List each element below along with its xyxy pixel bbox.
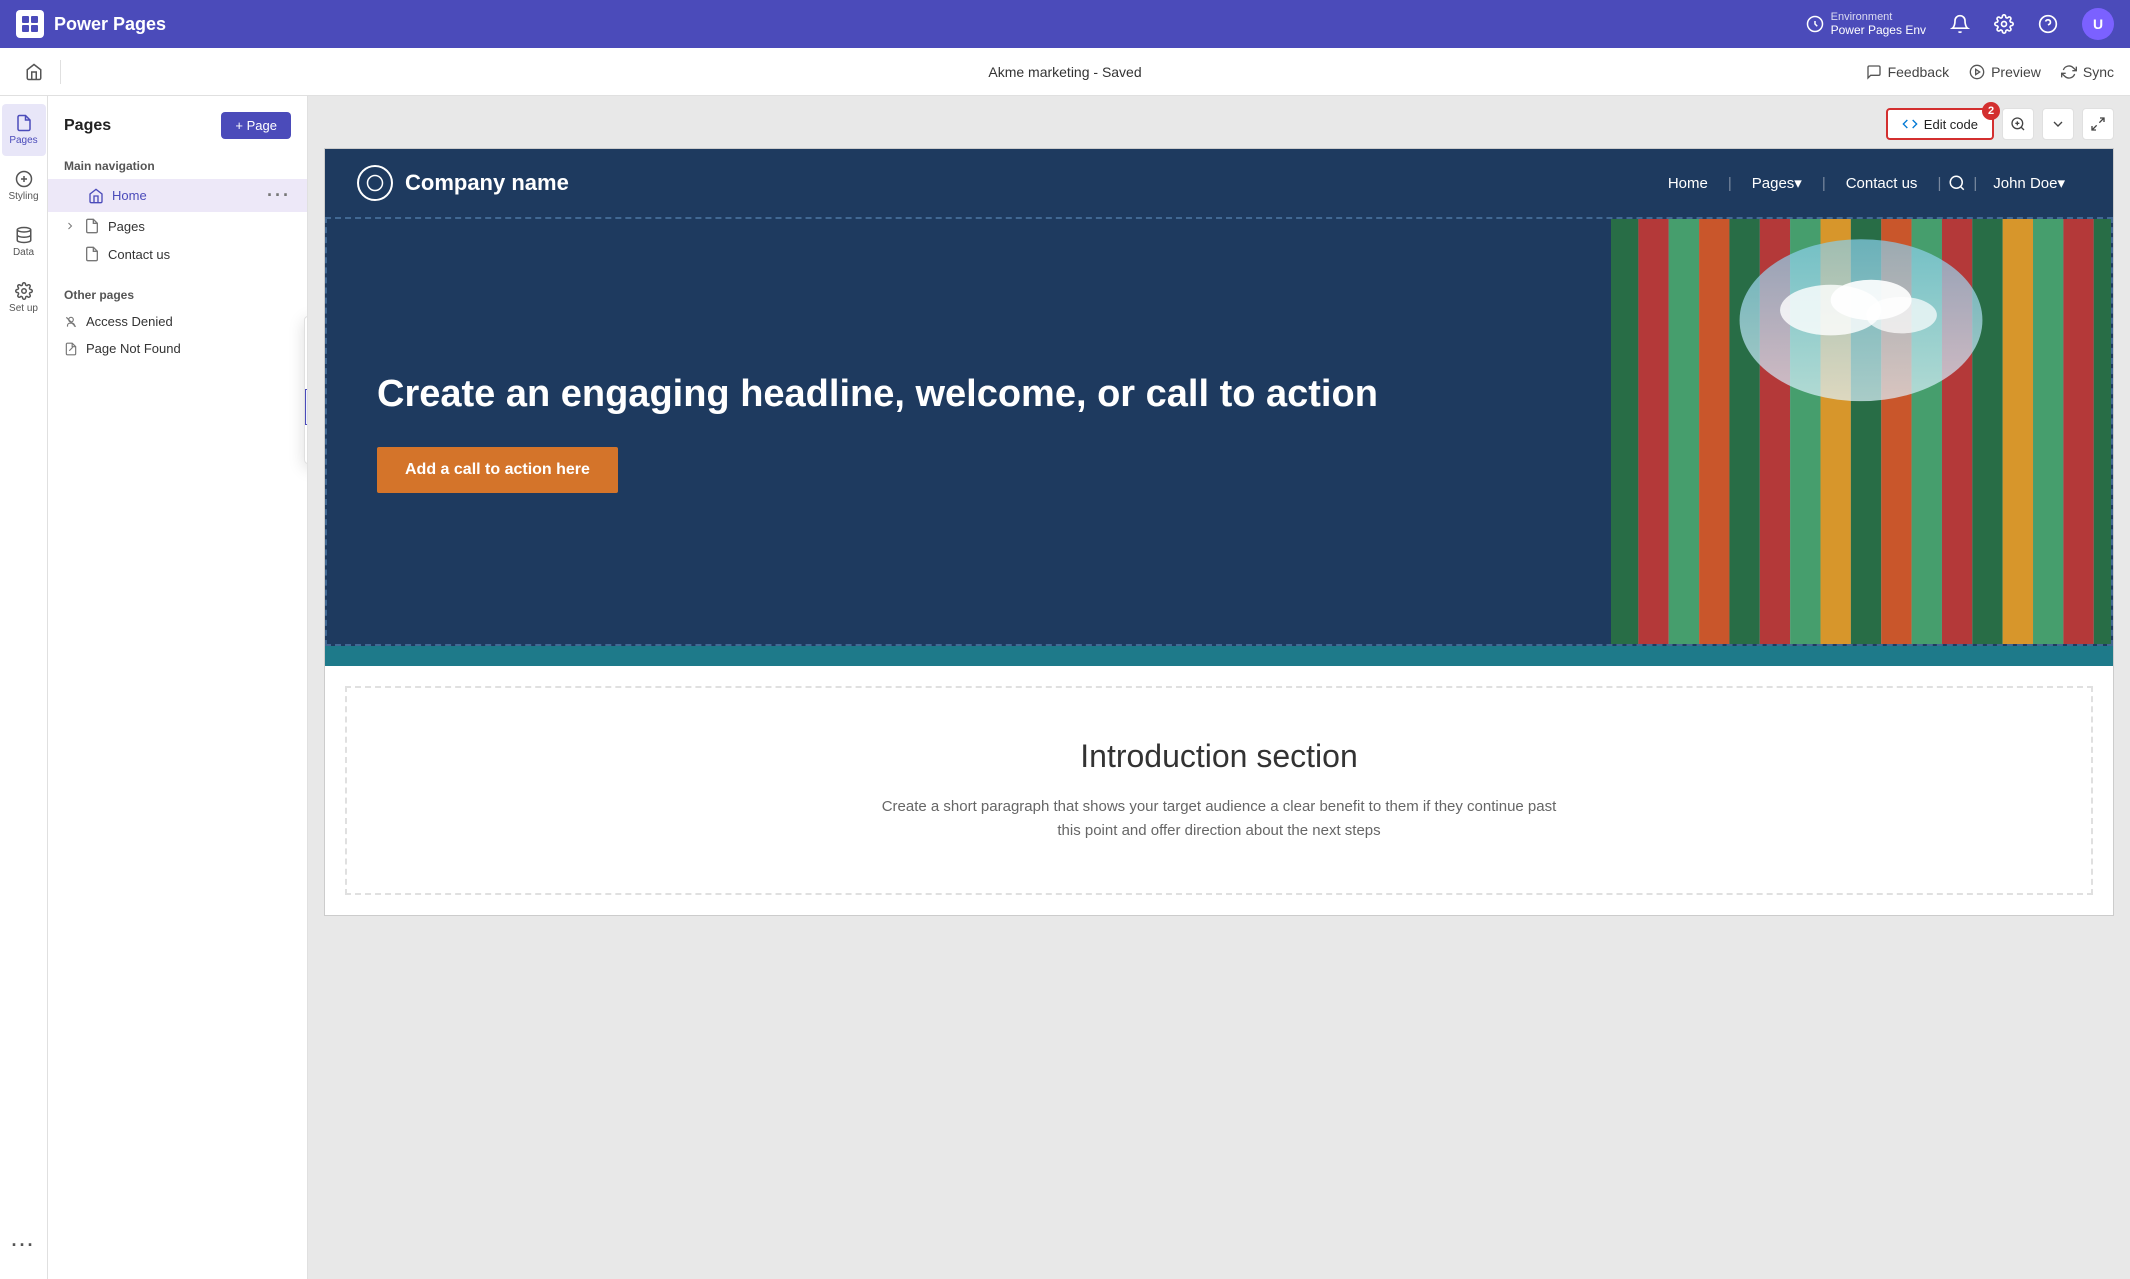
sidebar-item-home[interactable]: Home ··· <box>48 179 307 212</box>
site-nav-home[interactable]: Home <box>1648 175 1728 192</box>
site-nav-links: Home | Pages▾ | Contact us | | John Doe▾ <box>1648 167 2081 199</box>
intro-title: Introduction section <box>387 738 2051 775</box>
app-logo-icon <box>16 10 44 38</box>
sidebar-item-data[interactable]: Data <box>2 216 46 268</box>
sidebar-item-styling[interactable]: Styling <box>2 160 46 212</box>
topbar: Power Pages Environment Power Pages Env … <box>0 0 2130 48</box>
intro-text: Create a short paragraph that shows your… <box>869 795 1569 843</box>
environment-icon <box>1805 14 1825 34</box>
hero-image <box>1611 219 2111 644</box>
more-options-icon[interactable]: ··· <box>2 1227 46 1263</box>
teal-bar <box>325 646 2113 666</box>
site-navbar: Company name Home | Pages▾ | Contact us … <box>325 149 2113 217</box>
zoom-icon[interactable] <box>2002 108 2034 140</box>
site-nav-search-icon[interactable] <box>1941 167 1973 199</box>
edit-code-toolbar-button[interactable]: 2 Edit code <box>1886 108 1994 140</box>
hero-content: Create an engaging headline, welcome, or… <box>327 219 1611 644</box>
app-logo: Power Pages <box>16 10 166 38</box>
other-pages-section-title: Other pages <box>48 280 307 308</box>
icon-bar: Pages Styling Data Set up ··· <box>0 96 48 1279</box>
sidebar: Pages + Page Main navigation Home ··· Pa… <box>48 96 308 1279</box>
sidebar-item-access-denied[interactable]: Access Denied <box>48 308 307 335</box>
fullscreen-icon[interactable] <box>2082 108 2114 140</box>
user-avatar[interactable]: U <box>2082 8 2114 40</box>
environment-text: Environment Power Pages Env <box>1831 11 1926 37</box>
hero-headline: Create an engaging headline, welcome, or… <box>377 370 1561 419</box>
content-area: 2 Edit code Company na <box>308 96 2130 1279</box>
home-more-icon[interactable]: ··· <box>267 185 291 206</box>
site-logo-circle <box>357 165 393 201</box>
help-icon[interactable] <box>2038 14 2058 34</box>
document-title: Akme marketing - Saved <box>988 64 1141 80</box>
secondbar-divider <box>60 60 61 84</box>
content-toolbar: 2 Edit code <box>1886 108 2114 140</box>
sidebar-item-pages[interactable]: Pages <box>2 104 46 156</box>
main-nav-section-title: Main navigation <box>48 151 307 179</box>
secondbar-actions: Feedback Preview Sync <box>1866 64 2114 80</box>
environment-info: Environment Power Pages Env <box>1805 11 1926 37</box>
preview-button[interactable]: Preview <box>1969 64 2041 80</box>
sync-button[interactable]: Sync <box>2061 64 2114 80</box>
zoom-dropdown-icon[interactable] <box>2042 108 2074 140</box>
sidebar-item-setup[interactable]: Set up <box>2 272 46 324</box>
hero-cta-button[interactable]: Add a call to action here <box>377 447 618 493</box>
site-nav-pages[interactable]: Pages▾ <box>1732 174 1822 192</box>
site-nav-contact[interactable]: Contact us <box>1826 175 1938 192</box>
site-nav-user[interactable]: John Doe▾ <box>1977 174 2081 192</box>
sidebar-item-page-not-found[interactable]: Page Not Found <box>48 335 307 362</box>
feedback-button[interactable]: Feedback <box>1866 64 1949 80</box>
website-preview: Company name Home | Pages▾ | Contact us … <box>324 148 2114 916</box>
sidebar-header: Pages + Page <box>48 112 307 151</box>
secondbar: Akme marketing - Saved Feedback Preview … <box>0 48 2130 96</box>
hero-section: Create an engaging headline, welcome, or… <box>325 217 2113 646</box>
topbar-right: Environment Power Pages Env U <box>1805 8 2114 40</box>
sidebar-item-contact[interactable]: Contact us <box>48 240 307 268</box>
notifications-icon[interactable] <box>1950 14 1970 34</box>
app-name: Power Pages <box>54 14 166 35</box>
intro-section: Introduction section Create a short para… <box>345 686 2093 895</box>
add-page-button[interactable]: + Page <box>221 112 291 139</box>
settings-icon[interactable] <box>1994 14 2014 34</box>
site-logo: Company name <box>357 165 569 201</box>
sidebar-item-pages-nav[interactable]: Pages <box>48 212 307 240</box>
home-nav-icon[interactable] <box>16 54 52 90</box>
sidebar-title: Pages <box>64 117 111 135</box>
badge-2: 2 <box>1982 102 2000 120</box>
main-layout: Pages Styling Data Set up ··· Pages + Pa… <box>0 96 2130 1279</box>
